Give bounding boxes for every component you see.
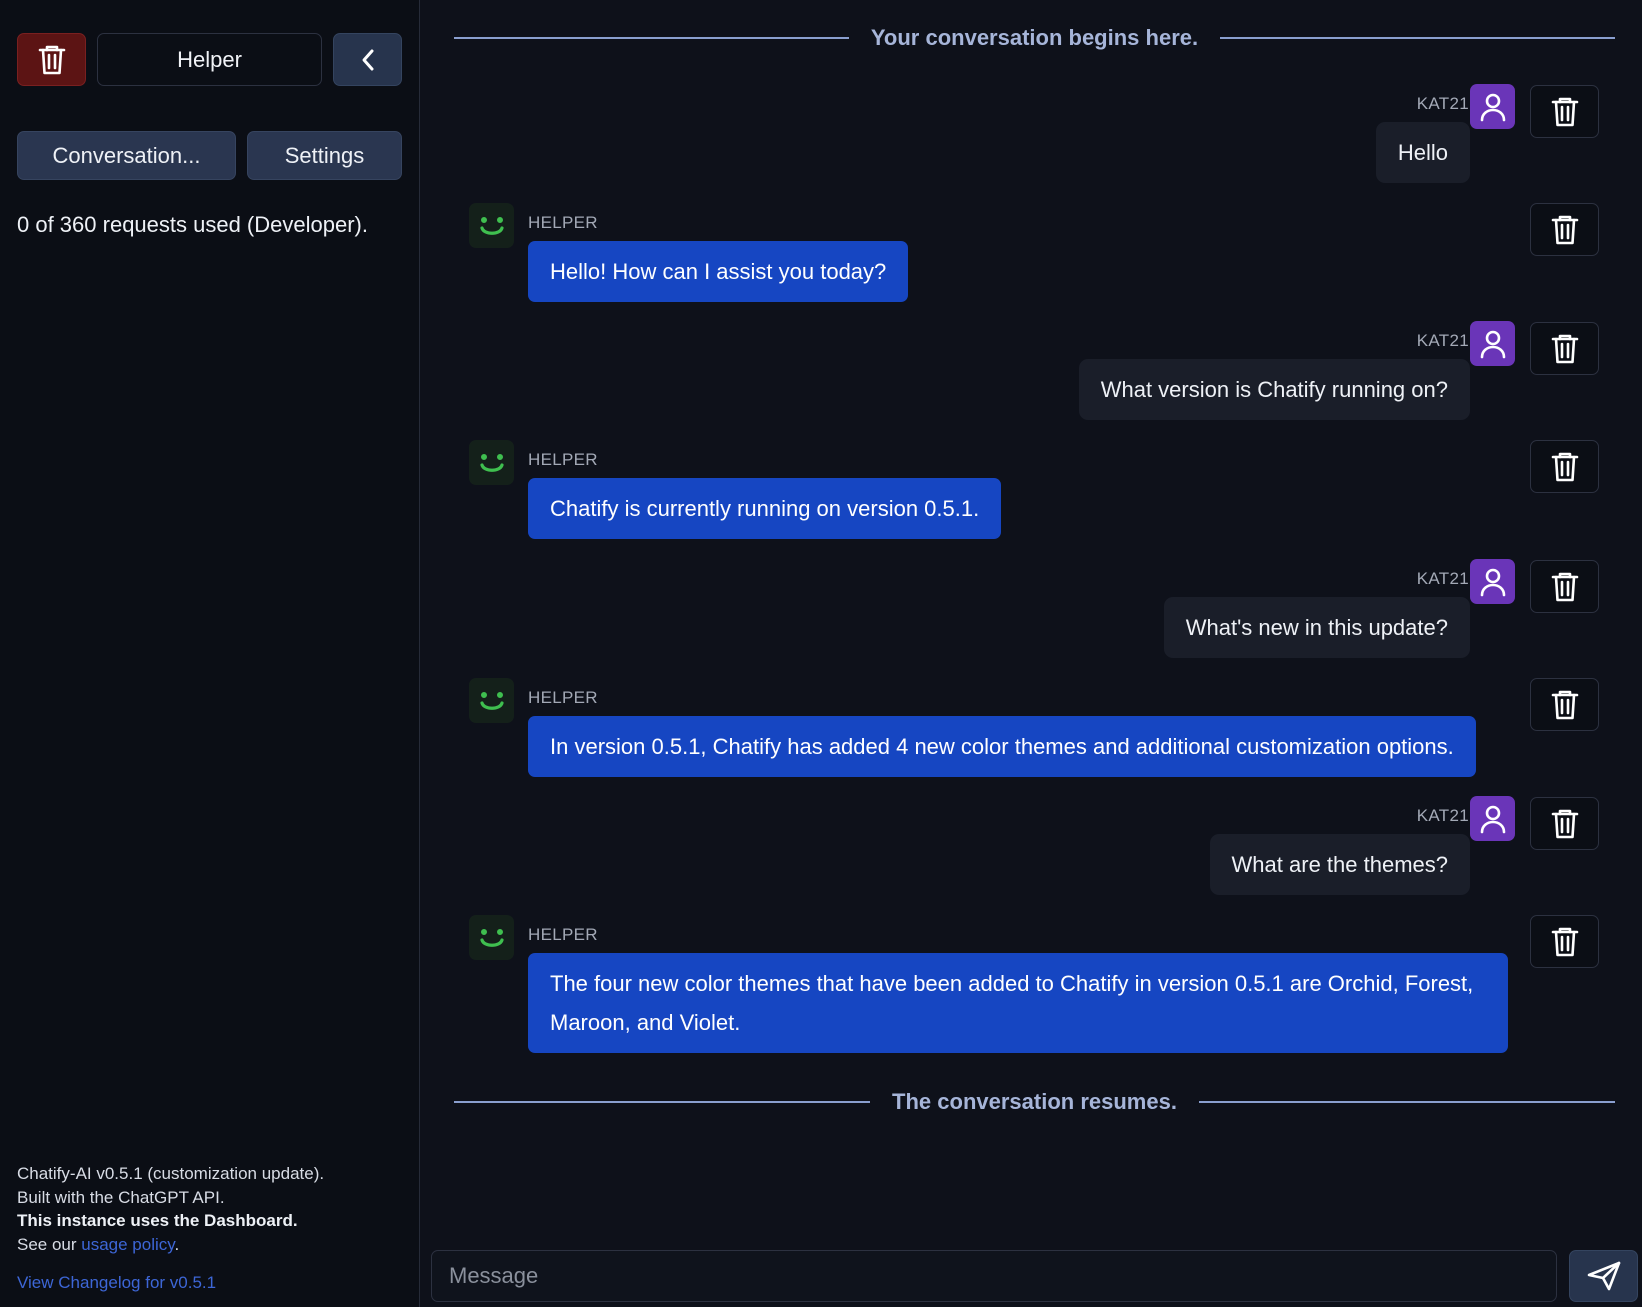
- message-sender: HELPER: [528, 450, 598, 469]
- sidebar-topbar: [17, 33, 403, 86]
- bot-message-bubble: The four new color themes that have been…: [528, 953, 1508, 1053]
- delete-message-button[interactable]: [1530, 322, 1599, 375]
- dashboard-notice: This instance uses the Dashboard.: [17, 1211, 298, 1230]
- trash-icon: [1551, 215, 1578, 244]
- message-sender: KAT21: [1416, 331, 1469, 350]
- user-message-bubble: What are the themes?: [1209, 834, 1470, 895]
- bot-avatar: [469, 440, 514, 485]
- message-sender: KAT21: [1416, 94, 1469, 113]
- bot-message-bubble: In version 0.5.1, Chatify has added 4 ne…: [528, 716, 1476, 777]
- delete-conversation-button[interactable]: [17, 33, 86, 86]
- conversation-pane: Your conversation begins here. KAT21 Hel…: [421, 0, 1642, 1307]
- conversation-resume-divider: The conversation resumes.: [454, 1087, 1615, 1117]
- conversation-start-label: Your conversation begins here.: [848, 25, 1221, 50]
- user-icon: [1480, 805, 1505, 833]
- message-input[interactable]: [432, 1251, 1556, 1301]
- delete-message-button[interactable]: [1530, 797, 1599, 850]
- trash-icon: [1551, 927, 1578, 956]
- user-avatar: [1470, 559, 1515, 604]
- trash-icon: [1551, 690, 1578, 719]
- user-avatar: [1470, 84, 1515, 129]
- usage-policy-prefix: See our: [17, 1234, 82, 1254]
- collapse-sidebar-button[interactable]: [333, 33, 402, 86]
- message-sender: HELPER: [528, 213, 598, 232]
- user-message-bubble: What's new in this update?: [1163, 597, 1470, 658]
- delete-message-button[interactable]: [1530, 203, 1599, 256]
- built-with-text: Built with the ChatGPT API.: [17, 1187, 225, 1207]
- message-sender: HELPER: [528, 925, 598, 944]
- user-icon: [1480, 330, 1505, 358]
- conversation-resume-label: The conversation resumes.: [870, 1089, 1199, 1114]
- user-message-bubble: What version is Chatify running on?: [1078, 359, 1470, 420]
- tab-conversation[interactable]: Conversation...: [17, 131, 236, 180]
- tab-settings[interactable]: Settings: [247, 131, 402, 180]
- changelog-link[interactable]: View Changelog for v0.5.1: [17, 1273, 216, 1293]
- delete-message-button[interactable]: [1530, 678, 1599, 731]
- user-icon: [1480, 93, 1505, 121]
- chevron-left-icon: [362, 49, 373, 70]
- smiley-icon: [479, 691, 504, 710]
- smiley-icon: [479, 216, 504, 235]
- usage-policy-line: See our usage policy.: [17, 1233, 324, 1257]
- usage-counter: 0 of 360 requests used (Developer).: [17, 212, 368, 237]
- smiley-icon: [479, 453, 504, 472]
- send-icon: [1587, 1261, 1620, 1291]
- usage-policy-link[interactable]: usage policy: [81, 1235, 174, 1254]
- trash-icon: [38, 45, 65, 74]
- bot-avatar: [469, 678, 514, 723]
- bot-message-bubble: Chatify is currently running on version …: [528, 478, 1002, 539]
- trash-icon: [1551, 97, 1578, 126]
- message-composer: [431, 1250, 1557, 1302]
- message-sender: KAT21: [1416, 569, 1469, 588]
- trash-icon: [1551, 572, 1578, 601]
- delete-message-button[interactable]: [1530, 440, 1599, 493]
- user-avatar: [1470, 796, 1515, 841]
- bot-avatar: [469, 915, 514, 960]
- smiley-icon: [479, 928, 504, 947]
- trash-icon: [1551, 809, 1578, 838]
- message-sender: KAT21: [1416, 806, 1469, 825]
- message-sender: HELPER: [528, 688, 598, 707]
- assistant-name-field[interactable]: [97, 33, 322, 86]
- delete-message-button[interactable]: [1530, 560, 1599, 613]
- usage-policy-suffix: .: [174, 1234, 180, 1254]
- delete-message-button[interactable]: [1530, 85, 1599, 138]
- sidebar: Conversation... Settings 0 of 360 reques…: [0, 0, 420, 1307]
- send-button[interactable]: [1569, 1250, 1638, 1302]
- trash-icon: [1551, 452, 1578, 481]
- sidebar-footer: Chatify-AI v0.5.1 (customization update)…: [17, 1162, 324, 1256]
- conversation-start-divider: Your conversation begins here.: [454, 23, 1615, 53]
- trash-icon: [1551, 334, 1578, 363]
- user-avatar: [1470, 321, 1515, 366]
- bot-message-bubble: Hello! How can I assist you today?: [528, 241, 909, 302]
- bot-avatar: [469, 203, 514, 248]
- user-message-bubble: Hello: [1375, 122, 1470, 183]
- delete-message-button[interactable]: [1530, 915, 1599, 968]
- user-icon: [1480, 568, 1505, 596]
- version-text: Chatify-AI v0.5.1 (customization update)…: [17, 1164, 325, 1183]
